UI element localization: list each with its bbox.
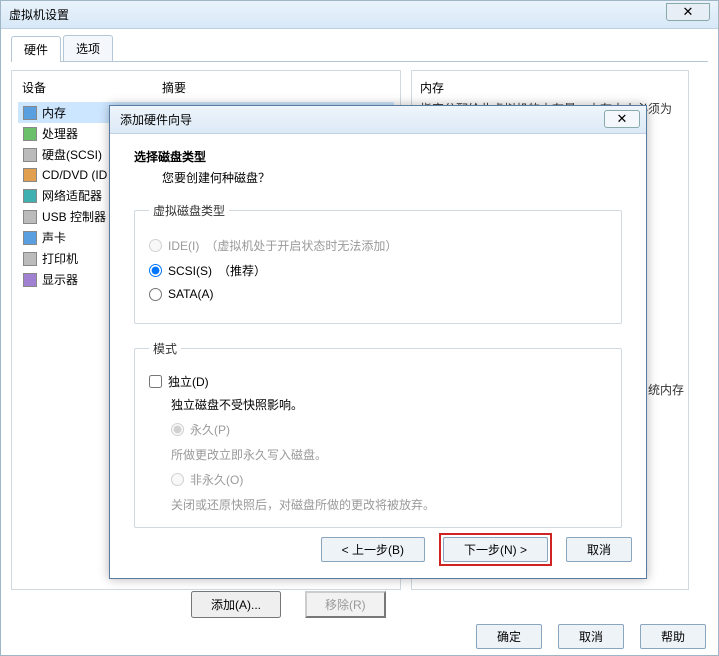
settings-tabs: 硬件 选项 [11, 35, 708, 62]
cpu-icon [22, 126, 38, 142]
memory-icon [22, 105, 38, 121]
mode-group: 模式 独立(D) 独立磁盘不受快照影响。 永久(P) 所做更改立即永久写入磁盘。… [134, 340, 622, 528]
nonpersistent-label: 非永久(O) [190, 471, 243, 488]
col-summary: 摘要 [162, 79, 390, 96]
wizard-step-title: 选择磁盘类型 [134, 148, 622, 165]
sound-icon [22, 230, 38, 246]
wizard-cancel-button[interactable]: 取消 [566, 537, 632, 562]
add-button[interactable]: 添加(A)... [191, 591, 281, 618]
help-button[interactable]: 帮助 [640, 624, 706, 649]
nonpersistent-hint: 关闭或还原快照后，对磁盘所做的更改将被放弃。 [171, 496, 607, 513]
display-icon [22, 272, 38, 288]
ok-button[interactable]: 确定 [476, 624, 542, 649]
printer-icon [22, 251, 38, 267]
col-device: 设备 [22, 79, 162, 96]
close-icon[interactable]: ✕ [666, 3, 710, 21]
radio-ide-hint: （虚拟机处于开启状态时无法添加） [205, 237, 397, 254]
radio-persistent [171, 423, 184, 436]
radio-ide [149, 239, 162, 252]
radio-ide-label: IDE(I) [168, 239, 199, 253]
radio-nonpersistent [171, 473, 184, 486]
main-window-title: 虚拟机设置 [9, 6, 69, 23]
radio-sata-label: SATA(A) [168, 287, 214, 301]
independent-desc: 独立磁盘不受快照影响。 [171, 396, 607, 413]
tab-hardware[interactable]: 硬件 [11, 36, 61, 62]
cancel-button[interactable]: 取消 [558, 624, 624, 649]
wizard-title: 添加硬件向导 [120, 111, 192, 128]
radio-scsi-hint: （推荐） [218, 262, 266, 279]
next-button-highlight: 下一步(N) > [439, 533, 552, 566]
disk-type-legend: 虚拟磁盘类型 [149, 202, 229, 219]
radio-scsi[interactable] [149, 264, 162, 277]
main-titlebar: 虚拟机设置 ✕ [1, 1, 718, 29]
usb-icon [22, 209, 38, 225]
remove-button[interactable]: 移除(R) [305, 591, 386, 618]
persistent-label: 永久(P) [190, 421, 230, 438]
mode-legend: 模式 [149, 340, 181, 357]
cd-icon [22, 167, 38, 183]
independent-label: 独立(D) [168, 373, 209, 390]
persistent-hint: 所做更改立即永久写入磁盘。 [171, 446, 607, 463]
disk-type-group: 虚拟磁盘类型 IDE(I) （虚拟机处于开启状态时无法添加） SCSI(S) （… [134, 202, 622, 324]
memory-group-title: 内存 [420, 79, 680, 96]
wizard-step-subtitle: 您要创建何种磁盘？ [162, 169, 622, 186]
radio-scsi-label: SCSI(S) [168, 264, 212, 278]
wizard-titlebar: 添加硬件向导 ✕ [110, 106, 646, 134]
checkbox-independent[interactable] [149, 375, 162, 388]
tab-options[interactable]: 选项 [63, 35, 113, 61]
wizard-close-icon[interactable]: ✕ [604, 110, 640, 128]
add-hardware-wizard: 添加硬件向导 ✕ 选择磁盘类型 您要创建何种磁盘？ 虚拟磁盘类型 IDE(I) … [109, 105, 647, 579]
back-button[interactable]: < 上一步(B) [321, 537, 425, 562]
next-button[interactable]: 下一步(N) > [443, 537, 548, 562]
radio-sata[interactable] [149, 288, 162, 301]
net-icon [22, 188, 38, 204]
disk-icon [22, 147, 38, 163]
